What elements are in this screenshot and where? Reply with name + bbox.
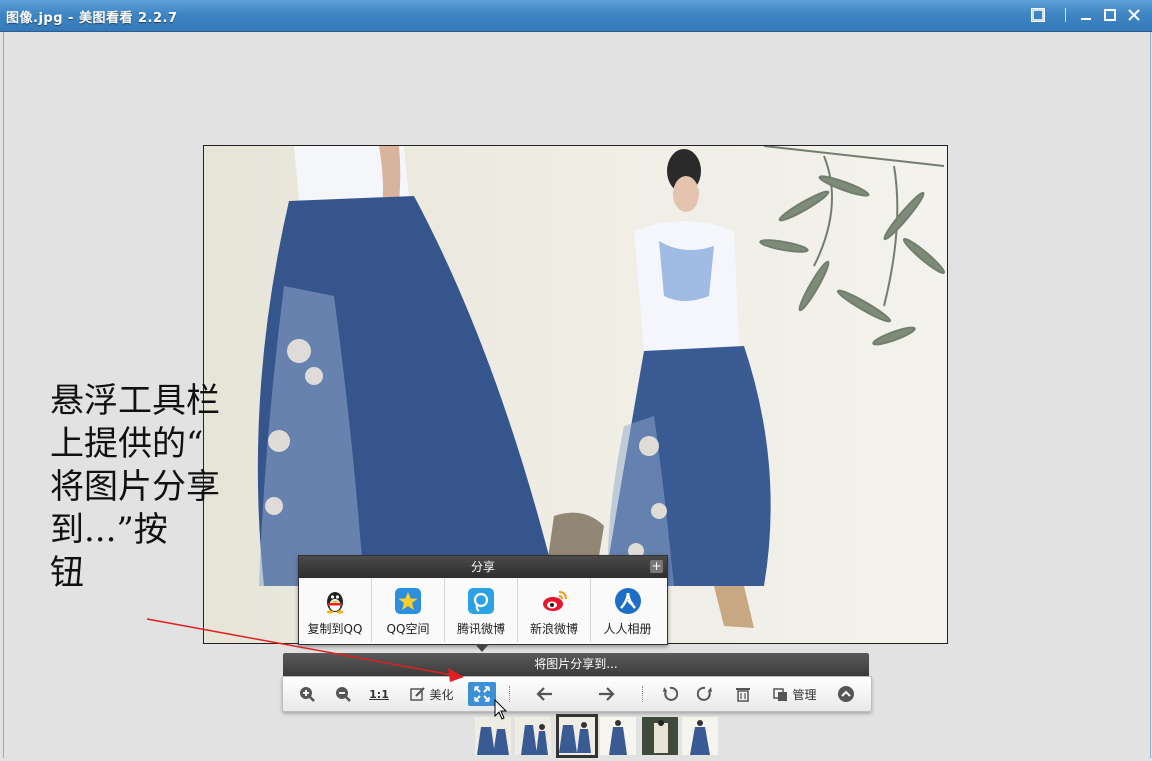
floating-toolbar: 1:1 美化 管理 — [282, 676, 872, 712]
share-renren-button[interactable]: 人人相册 — [591, 578, 664, 642]
share-qq-button[interactable]: 复制到QQ — [299, 578, 372, 642]
toolbar-separator — [509, 686, 511, 702]
beautify-label: 美化 — [429, 687, 454, 702]
share-button[interactable] — [468, 682, 496, 706]
share-sina-weibo-button[interactable]: 新浪微博 — [518, 578, 591, 642]
share-panel: 分享 + 复制到QQ QQ空间 腾讯微博 新浪微博 人人相册 — [298, 555, 668, 652]
annotation-line: 将图片分享 — [50, 467, 220, 507]
annotation-line: 钮 — [50, 553, 84, 593]
share-renren-label: 人人相册 — [603, 622, 652, 636]
manage-label: 管理 — [792, 687, 817, 702]
share-nodes-icon — [474, 686, 490, 702]
title-bar: 图像.jpg - 美图看看 2.2.7 — [0, 0, 1152, 32]
minimize-icon[interactable] — [1076, 5, 1096, 25]
annotation-line: 上提供的“ — [50, 424, 204, 464]
share-tooltip: 将图片分享到... — [283, 653, 869, 676]
share-tencent-weibo-label: 腾讯微博 — [456, 622, 505, 636]
thumbnail[interactable] — [475, 717, 511, 755]
next-button[interactable] — [595, 682, 619, 706]
rotate-right-button[interactable] — [693, 682, 717, 706]
previous-button[interactable] — [532, 682, 556, 706]
rotate-right-icon — [697, 686, 712, 701]
actual-size-button[interactable]: 1:1 — [367, 682, 391, 706]
window-title: 图像.jpg - 美图看看 2.2.7 — [6, 11, 178, 26]
separator — [1056, 5, 1076, 25]
actual-size-label: 1:1 — [369, 687, 389, 701]
share-sina-weibo-label: 新浪微博 — [529, 622, 578, 636]
arrow-left-icon — [536, 687, 552, 701]
qq-penguin-icon — [322, 588, 348, 614]
tencent-weibo-icon — [468, 588, 494, 614]
thumbnail-selected[interactable] — [556, 714, 598, 758]
renren-icon — [614, 588, 641, 614]
sina-weibo-icon — [541, 588, 567, 614]
manage-icon — [773, 688, 788, 701]
thumbnail[interactable] — [515, 717, 551, 755]
zoom-out-icon — [336, 687, 351, 702]
mouse-cursor-icon — [494, 699, 508, 720]
share-panel-header: 分享 + — [299, 556, 667, 578]
manage-button[interactable]: 管理 — [769, 682, 821, 706]
chevron-up-icon — [838, 686, 854, 702]
share-qzone-button[interactable]: QQ空间 — [372, 578, 445, 642]
share-qzone-label: QQ空间 — [386, 622, 430, 636]
share-panel-title: 分享 — [470, 560, 495, 574]
toolbar-separator — [642, 686, 644, 702]
popup-pointer — [475, 644, 489, 652]
rotate-left-button[interactable] — [658, 682, 682, 706]
annotation-text: 悬浮工具栏 上提供的“ 将图片分享 到...”按 钮 — [50, 380, 250, 595]
thumbnail[interactable] — [682, 717, 718, 755]
fullscreen-icon[interactable] — [1028, 5, 1048, 25]
zoom-in-button[interactable] — [295, 682, 319, 706]
maximize-icon[interactable] — [1100, 5, 1120, 25]
arrow-right-icon — [599, 687, 615, 701]
thumbnail[interactable] — [642, 717, 678, 755]
edit-pen-icon — [410, 687, 426, 701]
zoom-out-button[interactable] — [331, 682, 355, 706]
collapse-toolbar-button[interactable] — [834, 682, 858, 706]
close-icon[interactable] — [1124, 5, 1144, 25]
thumbnail[interactable] — [600, 717, 636, 755]
share-qq-label: 复制到QQ — [307, 622, 363, 636]
beautify-button[interactable]: 美化 — [407, 682, 457, 706]
delete-button[interactable] — [731, 682, 755, 706]
rotate-left-icon — [663, 686, 678, 701]
annotation-line: 到...”按 — [50, 510, 168, 550]
annotation-line: 悬浮工具栏 — [50, 381, 220, 421]
thumbnail-strip — [473, 714, 723, 758]
trash-icon — [736, 688, 750, 702]
expand-icon[interactable]: + — [650, 560, 663, 573]
share-tencent-weibo-button[interactable]: 腾讯微博 — [445, 578, 518, 642]
zoom-in-icon — [300, 687, 315, 702]
qzone-star-icon — [395, 588, 421, 614]
